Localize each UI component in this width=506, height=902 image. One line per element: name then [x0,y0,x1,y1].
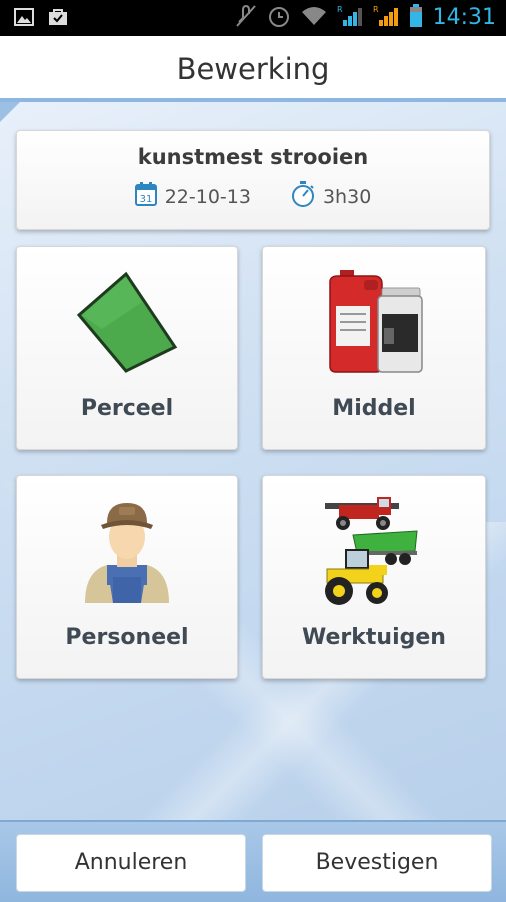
tile-label-product: Middel [332,396,416,421]
svg-text:R: R [337,5,343,14]
signal-icon: R [373,4,399,32]
field-tile-button[interactable]: Perceel [16,246,238,450]
bottom-action-bar: Annuleren Bevestigen [0,820,506,902]
alarm-icon [267,4,291,32]
svg-text:R: R [373,5,379,14]
machinery-icon [319,495,429,611]
wifi-icon [301,5,327,31]
operation-date: 22-10-13 [164,185,251,208]
operation-summary-card[interactable]: kunstmest strooien 31 22-10-13 3h30 [16,130,490,230]
action-bar: Bewerking [0,36,506,102]
operation-duration: 3h30 [322,185,372,208]
machinery-tile-button[interactable]: Werktuigen [262,475,486,679]
battery-icon [409,4,423,32]
status-bar: R R 14:31 [0,0,506,36]
tile-label-staff: Personeel [65,625,189,650]
product-container-icon [324,268,424,380]
gallery-icon [14,8,34,26]
stopwatch-icon [291,181,315,212]
confirm-button[interactable]: Bevestigen [262,834,492,892]
shopping-bag-icon [48,8,68,26]
page-title: Bewerking [176,52,330,86]
tile-label-field: Perceel [80,396,174,421]
product-tile-button[interactable]: Middel [262,246,486,450]
content-area: kunstmest strooien 31 22-10-13 3h30 Perc… [0,102,506,820]
operation-name: kunstmest strooien [137,145,369,169]
signal-icon: R [337,4,363,32]
staff-tile-button[interactable]: Personeel [16,475,238,679]
farmer-icon [77,497,177,609]
tile-label-machinery: Werktuigen [302,625,446,650]
decorative-corner [0,102,20,122]
mute-icon [235,4,257,32]
cancel-button[interactable]: Annuleren [16,834,246,892]
clock-time: 14:31 [432,5,496,30]
calendar-icon: 31 [134,182,157,211]
svg-text:31: 31 [139,194,152,205]
field-icon [72,267,182,381]
